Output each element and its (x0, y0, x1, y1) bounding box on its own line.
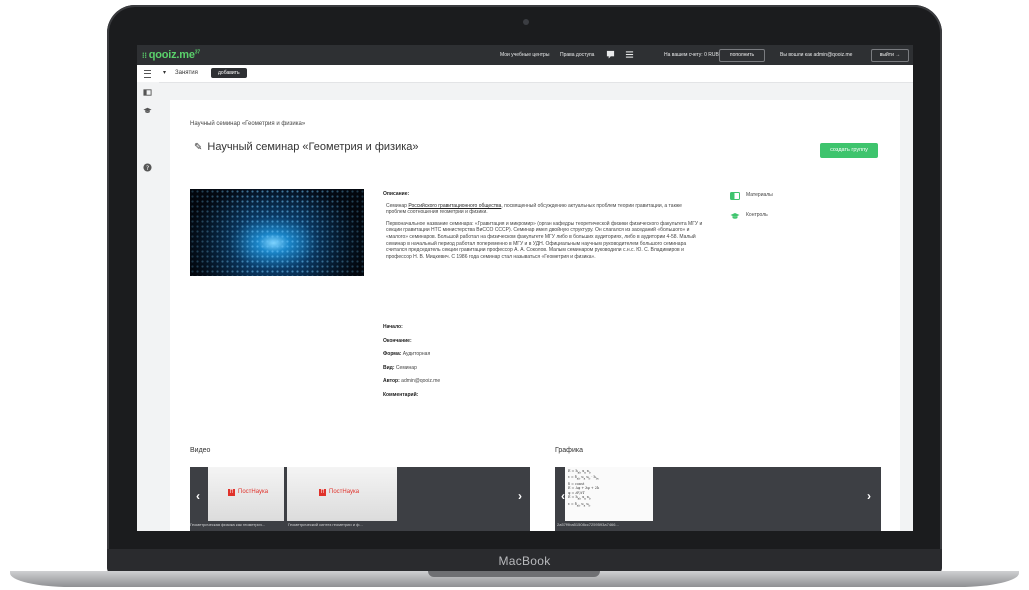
hamburger-icon[interactable] (144, 70, 151, 78)
device-label: MacBook (498, 554, 551, 568)
description-paragraph-1: Семинар Российского гравитационного обще… (386, 203, 703, 216)
chevron-right-icon[interactable]: › (518, 489, 522, 503)
description-paragraph-2: Первоначальное название семинара: «Грави… (386, 220, 703, 260)
brand-text: ПостНаука (238, 489, 269, 495)
logged-in-text: Вы вошли как admin@qooiz.me (780, 52, 853, 58)
type-value: Семинар (395, 364, 417, 371)
access-rights-link[interactable]: Права доступа (560, 52, 594, 58)
screen: ⁝⁝ qooiz.me37 Мои учебные центры Права до… (137, 45, 913, 531)
help-icon[interactable]: ? (143, 163, 152, 172)
logo-dots-icon: ⁝⁝ (142, 51, 147, 60)
graduation-cap-icon[interactable] (143, 106, 152, 115)
desc-p1-before: Семинар (386, 202, 409, 209)
author-label: Автор: (383, 378, 400, 384)
meta-comment: Комментарий: (383, 392, 440, 406)
pencil-icon[interactable]: ✎ (194, 142, 202, 153)
society-link[interactable]: Российского гравитационного общества (408, 203, 501, 209)
graphics-carousel: E = hab xa xb ε = δab ua ub · hbc δ = co… (555, 467, 881, 531)
brand-logo: П ПостНаука (228, 489, 268, 496)
video-section-title: Видео (190, 447, 211, 454)
start-label: Начало: (383, 324, 403, 330)
formula-thumbnail[interactable]: E = hab xa xb ε = δab ua ub · hbc δ = co… (565, 467, 653, 521)
side-links: Материалы Контроль (730, 192, 773, 232)
graphics-caption[interactable]: 2a57f9ba51508cc7259593a7466... (557, 522, 619, 527)
breadcrumb[interactable]: Научный семинар «Геометрия и физика» (190, 121, 305, 127)
add-button[interactable]: добавить (211, 68, 247, 78)
logout-label: выйти (879, 52, 894, 58)
create-group-button[interactable]: создать группу (820, 143, 878, 158)
balance-text: На вашем счету: 0 RUB (664, 52, 719, 58)
lessons-dropdown[interactable]: Занятия (175, 70, 198, 76)
arrow-right-icon: → (895, 52, 901, 58)
form-value: Аудиторная (402, 351, 431, 357)
panel-icon[interactable] (143, 88, 152, 97)
logo-sup: 37 (194, 49, 200, 56)
main-panel: Научный семинар «Геометрия и физика» ✎ На… (170, 100, 900, 531)
graduation-cap-icon (730, 213, 740, 219)
control-label: Контроль (746, 212, 768, 218)
video-caption-2[interactable]: Геометрический синтез геометрии и ф... (288, 522, 363, 527)
video-thumbnail-1[interactable]: П ПостНаука (208, 467, 284, 521)
chevron-left-icon[interactable]: ‹ (561, 489, 565, 503)
brand-logo: П ПостНаука (319, 489, 359, 496)
menu-icon[interactable] (625, 50, 634, 59)
sub-toolbar: ▾ Занятия добавить (137, 65, 913, 83)
video-thumbnail-2[interactable]: П ПостНаука (287, 467, 397, 521)
chevron-right-icon[interactable]: › (867, 489, 871, 503)
meta-author: Автор: admin@qooiz.me (383, 378, 440, 392)
toggle-icon (730, 192, 740, 200)
form-label: Форма: (383, 351, 402, 357)
logout-button[interactable]: выйти → (871, 49, 909, 62)
meta-start: Начало: (383, 324, 440, 338)
svg-text:?: ? (146, 165, 149, 172)
top-up-button[interactable]: пополнить (719, 49, 765, 62)
author-value: admin@qooiz.me (401, 378, 441, 384)
description: Описание: Семинар Российского гравитацио… (383, 191, 703, 265)
page-title: ✎ Научный семинар «Геометрия и физика» (194, 141, 419, 153)
chat-icon[interactable] (606, 50, 615, 59)
chevron-left-icon[interactable]: ‹ (196, 489, 200, 503)
graphics-section-title: Графика (555, 447, 583, 454)
brand-icon: П (228, 489, 235, 496)
logo[interactable]: ⁝⁝ qooiz.me37 (142, 49, 200, 61)
control-link[interactable]: Контроль (730, 212, 773, 232)
learning-centers-link[interactable]: Мои учебные центры (500, 52, 549, 58)
video-carousel: П ПостНаука П ПостНаука Геометрическая физ… (190, 467, 530, 531)
end-label: Окончание: (383, 337, 412, 344)
top-navbar: ⁝⁝ qooiz.me37 Мои учебные центры Права до… (137, 45, 913, 65)
laptop-notch (428, 571, 600, 577)
materials-link[interactable]: Материалы (730, 192, 773, 212)
sidebar: ? (137, 82, 159, 531)
caret-down-icon[interactable]: ▾ (163, 69, 166, 76)
description-label: Описание: (383, 191, 410, 197)
materials-label: Материалы (746, 192, 773, 198)
seminar-image (190, 189, 364, 276)
meta-type: Вид: Семинар (383, 365, 440, 379)
logo-text: qooiz.me (148, 49, 195, 61)
camera-icon (523, 19, 529, 25)
brand-icon: П (319, 489, 326, 496)
type-label: Вид: (383, 364, 395, 371)
meta-form: Форма: Аудиторная (383, 351, 440, 365)
meta-end: Окончание: (383, 338, 440, 352)
page-title-text: Научный семинар «Геометрия и физика» (207, 141, 419, 153)
brand-text: ПостНаука (329, 489, 360, 495)
comment-label: Комментарий: (383, 391, 419, 398)
video-caption-1[interactable]: Геометрическая физика как геометрич... (190, 522, 265, 527)
seminar-meta: Начало: Окончание: Форма: Аудиторная Вид… (383, 324, 440, 405)
